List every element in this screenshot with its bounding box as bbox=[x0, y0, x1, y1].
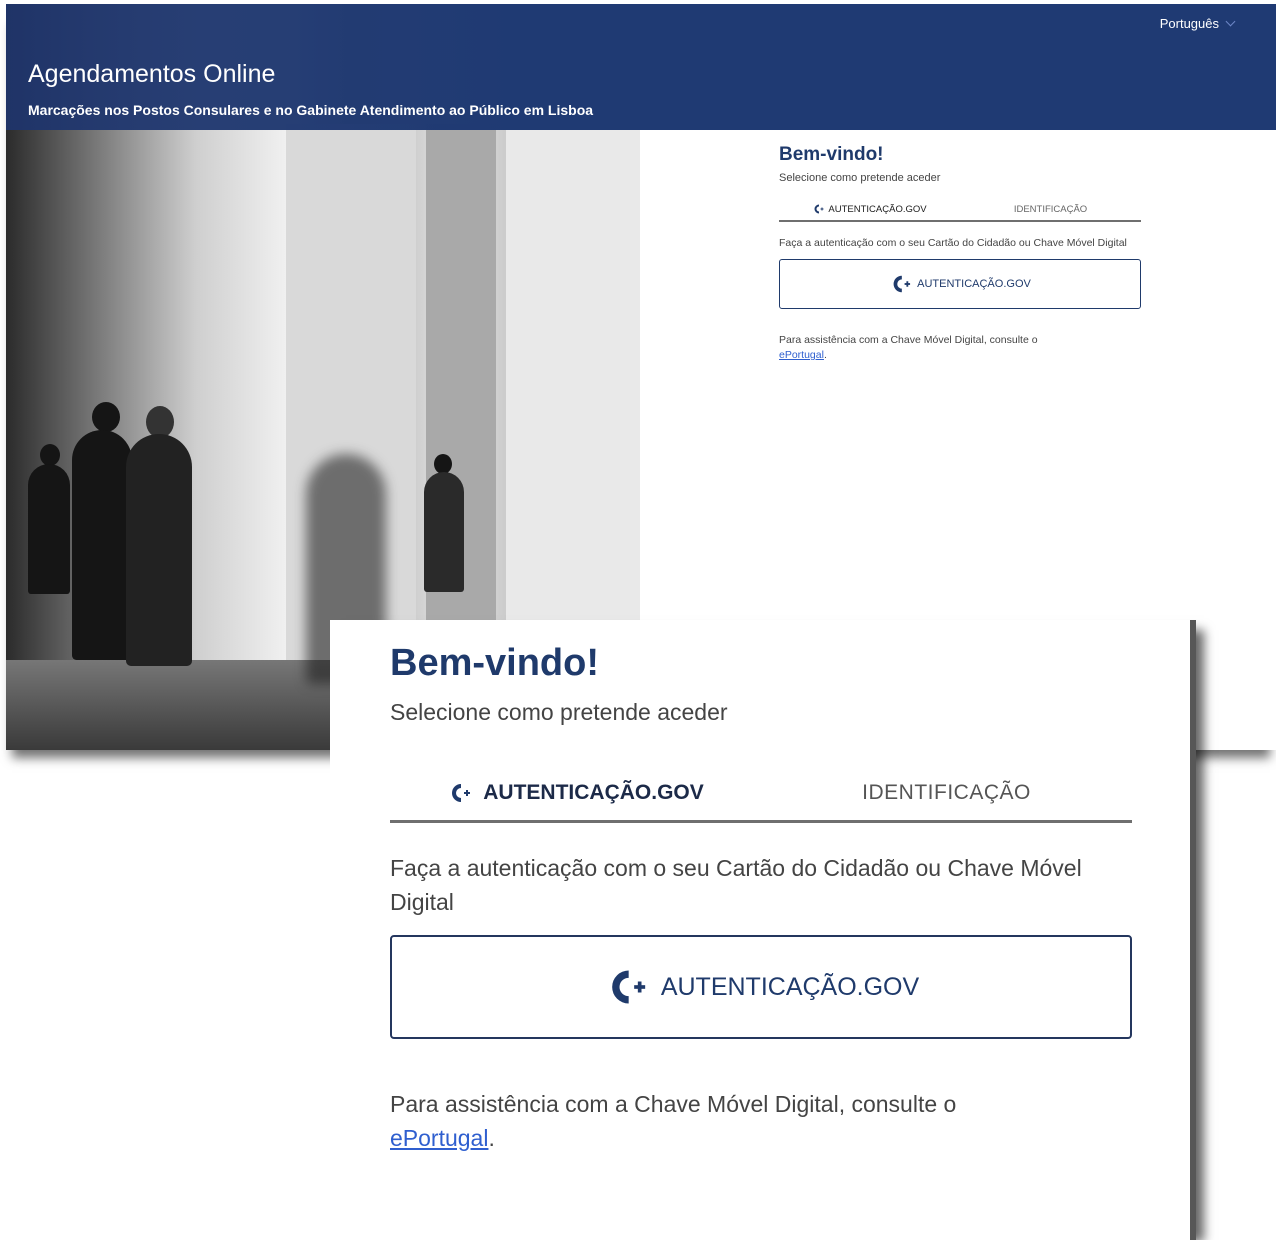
site-title: Agendamentos Online bbox=[28, 60, 276, 88]
autenticacao-gov-button[interactable]: AUTENTICAÇÃO.GOV bbox=[779, 259, 1141, 309]
tab-label: IDENTIFICAÇÃO bbox=[1013, 203, 1088, 215]
tab-autenticacao-gov[interactable]: AUTENTICAÇÃO.GOV bbox=[390, 766, 761, 820]
select-prompt: Selecione como pretende aceder bbox=[390, 699, 728, 725]
chevron-down-icon bbox=[1225, 16, 1236, 27]
tab-identificacao[interactable]: IDENTIFICAÇÃO bbox=[960, 198, 1141, 220]
welcome-heading: Bem-vindo! bbox=[390, 642, 599, 684]
help-text-body: Para assistência com a Chave Móvel Digit… bbox=[390, 1091, 957, 1117]
help-end: . bbox=[488, 1125, 495, 1151]
tab-label: AUTENTICAÇÃO.GOV bbox=[828, 203, 927, 215]
site-header: Português Agendamentos Online Marcações … bbox=[6, 4, 1276, 130]
language-label: Português bbox=[1159, 16, 1219, 31]
site-subtitle: Marcações nos Postos Consulares e no Gab… bbox=[28, 102, 594, 118]
auth-button-label: AUTENTICAÇÃO.GOV bbox=[917, 278, 1031, 290]
language-selector[interactable]: Português bbox=[1159, 16, 1236, 31]
eportugal-link[interactable]: ePortugal bbox=[390, 1125, 488, 1151]
autenticacao-gov-icon bbox=[814, 204, 824, 214]
autenticacao-gov-icon bbox=[452, 784, 471, 802]
login-tabs: AUTENTICAÇÃO.GOV IDENTIFICAÇÃO bbox=[779, 198, 1141, 222]
help-end: . bbox=[823, 349, 827, 361]
help-text: Para assistência com a Chave Móvel Digit… bbox=[390, 1087, 1132, 1155]
help-text-body: Para assistência com a Chave Móvel Digit… bbox=[779, 334, 1038, 346]
autenticacao-gov-icon bbox=[893, 275, 911, 293]
tab-autenticacao-gov[interactable]: AUTENTICAÇÃO.GOV bbox=[779, 198, 960, 220]
auth-description: Faça a autenticação com o seu Cartão do … bbox=[390, 855, 1082, 915]
auth-button-label: AUTENTICAÇÃO.GOV bbox=[660, 972, 920, 1001]
help-text: Para assistência com a Chave Móvel Digit… bbox=[779, 333, 1141, 363]
autenticacao-gov-button[interactable]: AUTENTICAÇÃO.GOV bbox=[390, 935, 1132, 1039]
login-panel-zoomed: Bem-vindo! Selecione como pretende acede… bbox=[330, 620, 1196, 1240]
login-tabs: AUTENTICAÇÃO.GOV IDENTIFICAÇÃO bbox=[390, 766, 1132, 823]
tab-label: AUTENTICAÇÃO.GOV bbox=[483, 781, 704, 804]
autenticacao-gov-icon bbox=[611, 970, 645, 1004]
tab-identificacao[interactable]: IDENTIFICAÇÃO bbox=[761, 766, 1132, 820]
scrollbar[interactable] bbox=[1190, 620, 1196, 1240]
eportugal-link[interactable]: ePortugal bbox=[779, 349, 824, 361]
tab-label: IDENTIFICAÇÃO bbox=[862, 781, 1031, 804]
login-panel-small: Bem-vindo! Selecione como pretende acede… bbox=[779, 144, 1141, 363]
welcome-heading: Bem-vindo! bbox=[779, 144, 884, 165]
select-prompt: Selecione como pretende aceder bbox=[779, 172, 941, 184]
auth-description: Faça a autenticação com o seu Cartão do … bbox=[779, 237, 1127, 249]
